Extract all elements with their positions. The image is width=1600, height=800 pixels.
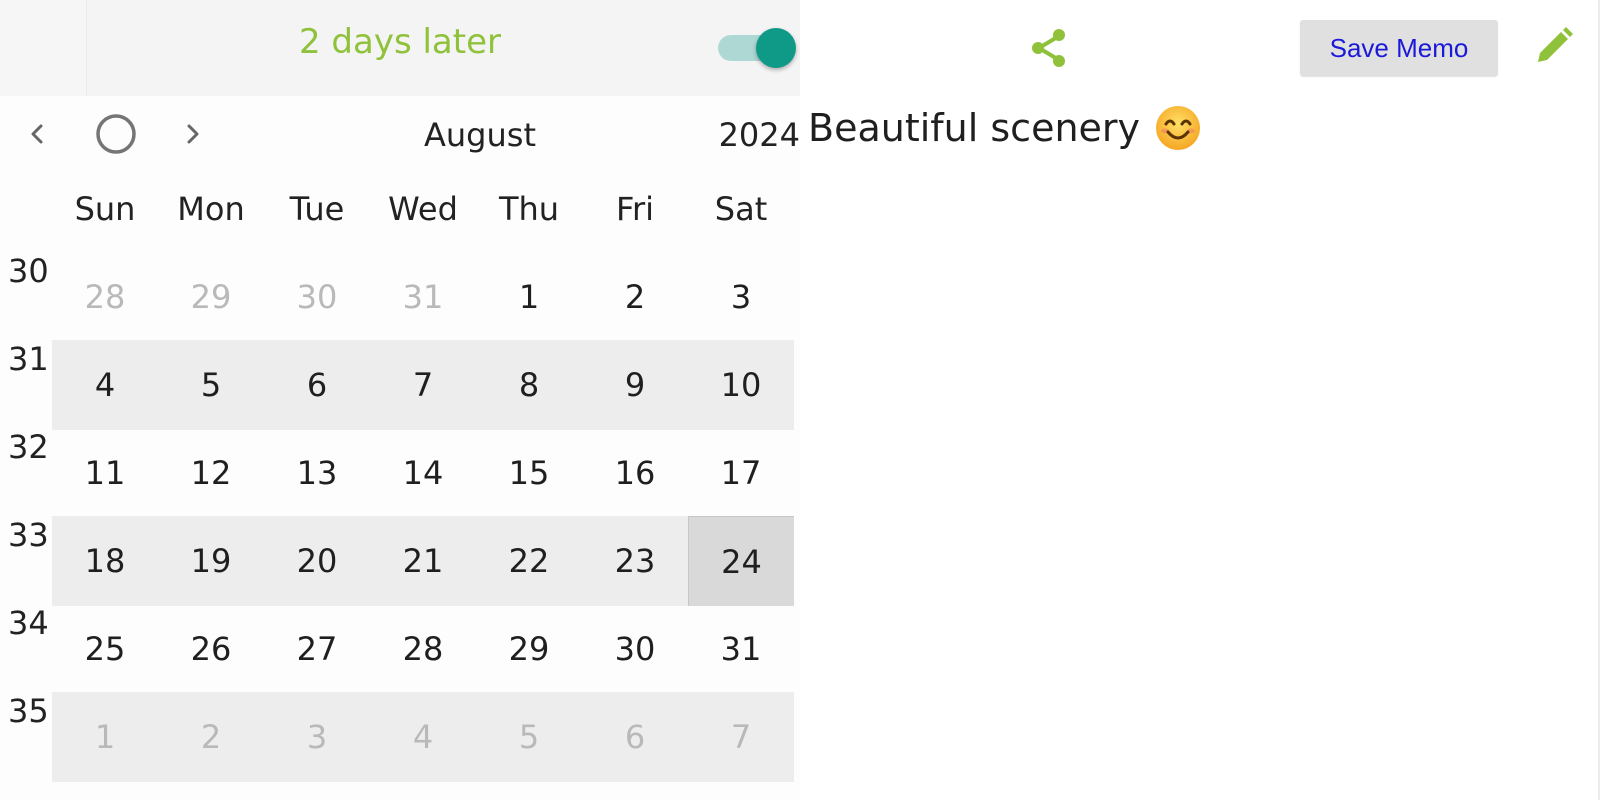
month-label[interactable]: August bbox=[380, 116, 580, 154]
day-cell[interactable]: 7 bbox=[370, 340, 476, 430]
day-cell[interactable]: 30 bbox=[582, 604, 688, 694]
today-button[interactable] bbox=[94, 112, 138, 156]
day-cell[interactable]: 3 bbox=[264, 692, 370, 782]
day-cell[interactable]: 12 bbox=[158, 428, 264, 518]
day-cell[interactable]: 6 bbox=[582, 692, 688, 782]
day-cell[interactable]: 22 bbox=[476, 516, 582, 606]
day-cell[interactable]: 26 bbox=[158, 604, 264, 694]
circle-icon bbox=[96, 114, 136, 154]
week-number: 30 bbox=[8, 252, 49, 290]
day-cell[interactable]: 15 bbox=[476, 428, 582, 518]
memo-content[interactable]: Beautiful scenery bbox=[808, 104, 1202, 152]
day-cell[interactable]: 28 bbox=[370, 604, 476, 694]
day-cell[interactable]: 3 bbox=[688, 252, 794, 342]
day-cell[interactable]: 17 bbox=[688, 428, 794, 518]
day-cell[interactable]: 20 bbox=[264, 516, 370, 606]
day-cell[interactable]: 8 bbox=[476, 340, 582, 430]
previous-month-button[interactable] bbox=[18, 114, 58, 154]
week-days: 18 19 20 21 22 23 24 bbox=[52, 516, 794, 606]
day-cell[interactable]: 4 bbox=[370, 692, 476, 782]
weekday-fri: Fri bbox=[615, 190, 655, 228]
day-cell[interactable]: 13 bbox=[264, 428, 370, 518]
day-cell[interactable]: 5 bbox=[158, 340, 264, 430]
toggle-thumb bbox=[756, 28, 796, 68]
day-cell[interactable]: 5 bbox=[476, 692, 582, 782]
day-cell[interactable]: 4 bbox=[52, 340, 158, 430]
share-button[interactable] bbox=[1025, 24, 1073, 72]
calendar-week: 31 4 5 6 7 8 9 10 bbox=[0, 340, 800, 430]
day-cell[interactable]: 30 bbox=[264, 252, 370, 342]
selected-day-cell[interactable]: 24 bbox=[688, 516, 794, 606]
day-cell[interactable]: 29 bbox=[158, 252, 264, 342]
day-cell[interactable]: 2 bbox=[158, 692, 264, 782]
calendar-week: 34 25 26 27 28 29 30 31 bbox=[0, 604, 800, 694]
month-navigation: August 2024 bbox=[0, 96, 800, 182]
edit-button[interactable] bbox=[1530, 22, 1578, 70]
day-cell[interactable]: 31 bbox=[688, 604, 794, 694]
year-label[interactable]: 2024 bbox=[705, 116, 800, 154]
weekday-header: Sun Mon Tue Wed Thu Fri Sat bbox=[52, 190, 794, 246]
mode-toggle[interactable] bbox=[718, 28, 800, 68]
calendar-week: 30 28 29 30 31 1 2 3 bbox=[0, 252, 800, 342]
week-days: 4 5 6 7 8 9 10 bbox=[52, 340, 794, 430]
day-cell[interactable]: 6 bbox=[264, 340, 370, 430]
weekday-mon: Mon bbox=[177, 190, 245, 228]
weekday-wed: Wed bbox=[388, 190, 458, 228]
day-cell[interactable]: 19 bbox=[158, 516, 264, 606]
weekday-sun: Sun bbox=[74, 190, 136, 228]
chevron-right-icon bbox=[187, 124, 199, 144]
day-cell[interactable]: 2 bbox=[582, 252, 688, 342]
week-days: 11 12 13 14 15 16 17 bbox=[52, 428, 794, 518]
calendar-week: 32 11 12 13 14 15 16 17 bbox=[0, 428, 800, 518]
day-cell[interactable]: 27 bbox=[264, 604, 370, 694]
smiling-face-icon bbox=[1156, 106, 1201, 150]
day-cell[interactable]: 10 bbox=[688, 340, 794, 430]
calendar-week: 35 1 2 3 4 5 6 7 bbox=[0, 692, 800, 782]
day-cell[interactable]: 14 bbox=[370, 428, 476, 518]
day-cell[interactable]: 23 bbox=[582, 516, 688, 606]
day-cell[interactable]: 11 bbox=[52, 428, 158, 518]
week-number: 31 bbox=[8, 340, 49, 378]
chevron-left-icon bbox=[31, 124, 43, 144]
day-cell[interactable]: 9 bbox=[582, 340, 688, 430]
weekday-tue: Tue bbox=[289, 190, 345, 228]
week-number: 34 bbox=[8, 604, 49, 642]
week-number: 32 bbox=[8, 428, 49, 466]
day-cell[interactable]: 7 bbox=[688, 692, 794, 782]
day-cell[interactable]: 18 bbox=[52, 516, 158, 606]
memo-pane: Save Memo Beautiful scenery bbox=[800, 0, 1600, 800]
day-cell[interactable]: 29 bbox=[476, 604, 582, 694]
save-memo-button[interactable]: Save Memo bbox=[1300, 20, 1498, 76]
memo-text: Beautiful scenery bbox=[808, 106, 1141, 150]
day-cell[interactable]: 1 bbox=[52, 692, 158, 782]
corner-box bbox=[0, 0, 87, 96]
day-cell[interactable]: 21 bbox=[370, 516, 476, 606]
week-number: 33 bbox=[8, 516, 49, 554]
pencil-icon bbox=[1538, 27, 1573, 62]
weekday-thu: Thu bbox=[498, 190, 560, 228]
week-days: 25 26 27 28 29 30 31 bbox=[52, 604, 794, 694]
calendar-header-bar: 2 days later bbox=[0, 0, 800, 96]
day-cell[interactable]: 25 bbox=[52, 604, 158, 694]
days-later-label: 2 days later bbox=[298, 22, 501, 62]
day-cell[interactable]: 16 bbox=[582, 428, 688, 518]
weekday-sat: Sat bbox=[714, 190, 768, 228]
calendar-week: 33 18 19 20 21 22 23 24 bbox=[0, 516, 800, 606]
day-cell[interactable]: 1 bbox=[476, 252, 582, 342]
day-cell[interactable]: 28 bbox=[52, 252, 158, 342]
share-icon bbox=[1032, 29, 1065, 67]
week-days: 1 2 3 4 5 6 7 bbox=[52, 692, 794, 782]
week-number: 35 bbox=[8, 692, 49, 730]
week-days: 28 29 30 31 1 2 3 bbox=[52, 252, 794, 342]
day-cell[interactable]: 31 bbox=[370, 252, 476, 342]
next-month-button[interactable] bbox=[172, 114, 212, 154]
calendar-pane: 2 days later August 2024 Sun Mon Tue Wed… bbox=[0, 0, 800, 800]
